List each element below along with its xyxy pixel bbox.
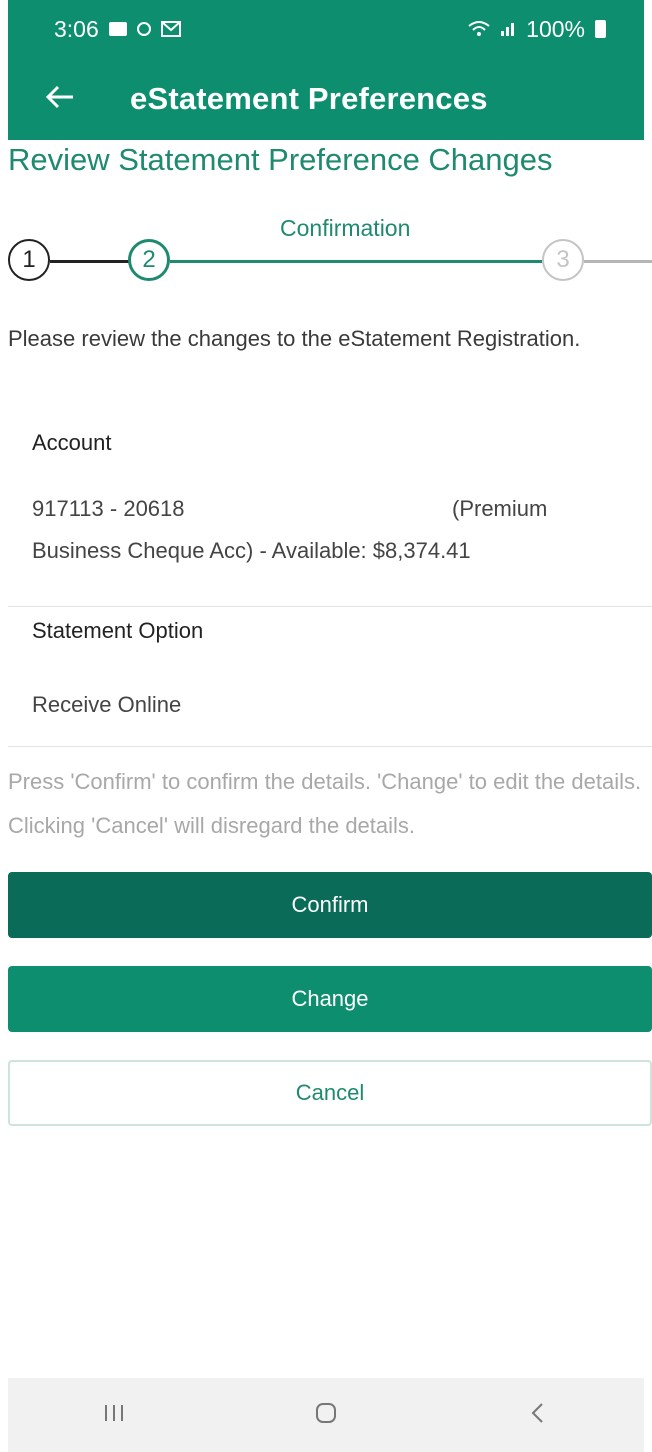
intro-text: Please review the changes to the eStatem… — [8, 326, 581, 351]
status-time: 3:06 — [54, 15, 99, 42]
wifi-icon — [468, 16, 490, 43]
mail-icon — [160, 16, 181, 43]
account-details: Business Cheque Acc) - Available: $8,374… — [32, 538, 471, 563]
battery-icon — [595, 20, 606, 38]
step-3-circle: 3 — [542, 239, 584, 281]
gallery-icon — [108, 22, 127, 36]
system-nav-bar — [8, 1378, 644, 1452]
change-button-label: Change — [291, 986, 369, 1011]
recent-apps-button[interactable] — [84, 1390, 144, 1440]
page-title: eStatement Preferences — [130, 81, 488, 116]
home-icon — [314, 1401, 338, 1430]
statement-option-label: Statement Option — [32, 618, 204, 643]
current-step-label: Confirmation — [280, 215, 411, 241]
confirm-button[interactable]: Confirm — [8, 872, 652, 938]
recent-apps-icon — [102, 1402, 126, 1429]
back-icon — [528, 1401, 548, 1430]
account-type-prefix: (Premium — [452, 496, 548, 521]
divider — [8, 606, 652, 607]
circle-icon — [136, 22, 151, 36]
step-2-circle: 2 — [128, 239, 170, 281]
app-bar: eStatement Preferences — [8, 58, 644, 140]
confirm-button-label: Confirm — [291, 892, 369, 917]
status-right: 100% — [468, 16, 606, 43]
back-button[interactable] — [28, 67, 92, 131]
status-left: 3:06 — [54, 16, 181, 43]
signal-icon — [500, 16, 516, 43]
home-button[interactable] — [296, 1390, 356, 1440]
change-button[interactable]: Change — [8, 966, 652, 1032]
progress-stepper: Confirmation 1 2 3 — [0, 205, 652, 295]
battery-percent: 100% — [526, 15, 585, 42]
step-line-current — [170, 260, 542, 263]
statement-option-value: Receive Online — [32, 692, 182, 717]
step-1-circle: 1 — [8, 239, 50, 281]
status-bar: 3:06 100% — [8, 0, 644, 58]
account-label: Account — [32, 430, 112, 455]
instruction-text: Press 'Confirm' to confirm the details. … — [8, 769, 642, 838]
step-line-completed — [50, 260, 130, 263]
cancel-button-label: Cancel — [295, 1080, 365, 1105]
cancel-button[interactable]: Cancel — [8, 1060, 652, 1126]
arrow-left-icon — [45, 84, 75, 115]
nav-back-button[interactable] — [508, 1390, 568, 1440]
step-line-pending — [584, 260, 652, 263]
account-number: 917113 - 20618 — [32, 496, 185, 521]
review-heading: Review Statement Preference Changes — [8, 142, 553, 177]
divider — [8, 746, 652, 747]
